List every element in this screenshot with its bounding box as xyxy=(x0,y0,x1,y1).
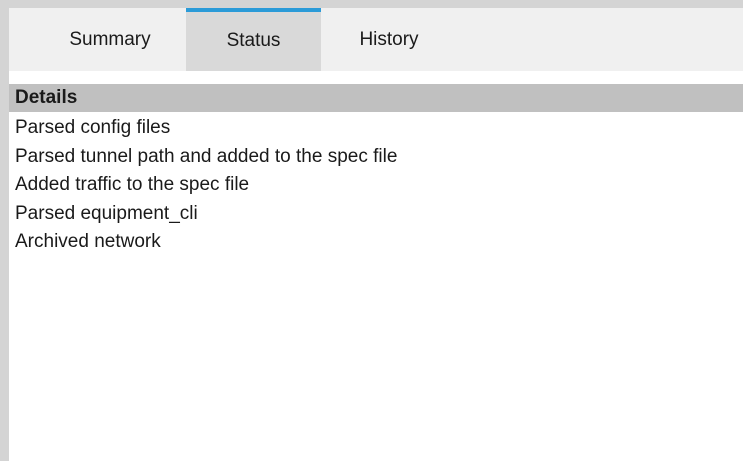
tab-status-label: Status xyxy=(226,29,281,51)
tab-summary[interactable]: Summary xyxy=(47,8,173,71)
tab-history[interactable]: History xyxy=(334,8,444,71)
list-item: Parsed tunnel path and added to the spec… xyxy=(15,145,398,167)
list-item: Parsed config files xyxy=(15,117,171,138)
list-item: Parsed equipment_cli xyxy=(15,202,198,224)
tab-status[interactable]: Status xyxy=(186,8,321,71)
top-border xyxy=(0,0,743,8)
list-item: Added traffic to the spec file xyxy=(15,174,250,195)
tab-summary-label: Summary xyxy=(69,28,151,50)
status-panel: Summary Status History Details Parsed co… xyxy=(0,0,743,461)
left-border xyxy=(0,8,9,461)
list-item: Archived network xyxy=(15,231,161,252)
tab-history-label: History xyxy=(359,28,419,50)
details-header: Details xyxy=(9,84,743,112)
details-list: Parsed config files Parsed tunnel path a… xyxy=(15,114,397,257)
